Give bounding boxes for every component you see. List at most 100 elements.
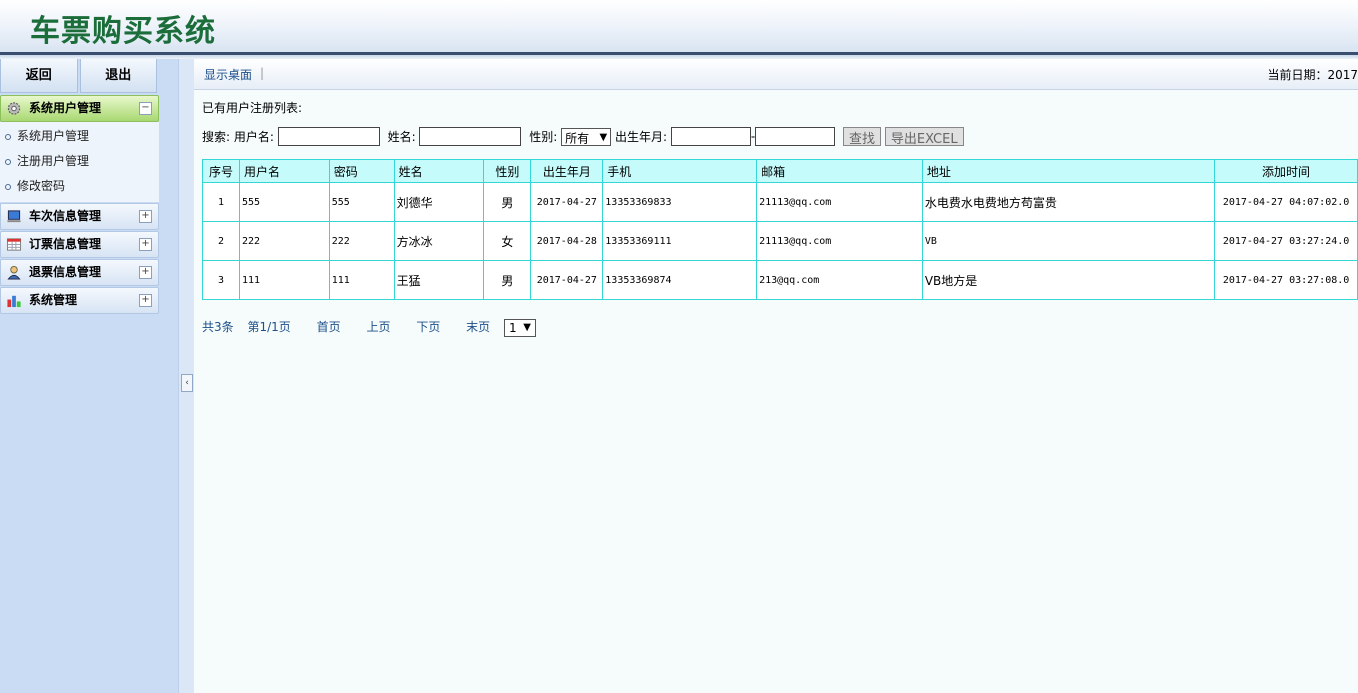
cell-index: 2 [202,221,240,261]
pager-first-link[interactable]: 首页 [317,320,341,334]
main-content: 显示桌面 | 当前日期：2017 已有用户注册列表: 搜索: 用户名: 姓名: … [194,59,1358,693]
expand-icon[interactable]: + [139,210,152,223]
cell-password: 111 [328,260,395,300]
username-label: 用户名: [233,130,274,144]
pager-total: 共3条 [202,320,234,334]
expand-icon[interactable]: + [139,238,152,251]
sidebar-top-buttons: 返回 退出 [0,59,159,94]
app-header: 车票购买系统 [0,0,1358,55]
current-date: 当前日期：2017 [1267,68,1358,82]
cell-birth: 2017-04-28 [530,221,604,261]
column-header-added-time: 添加时间 [1214,159,1358,183]
export-excel-button[interactable]: 导出EXCEL [884,127,964,147]
cell-address: 水电费水电费地方苟富贵 [921,182,1216,222]
pager-next-link[interactable]: 下页 [416,320,440,334]
app-title: 车票购买系统 [30,14,216,49]
cell-phone: 13353369833 [602,182,758,222]
find-button[interactable]: 查找 [843,127,882,147]
column-header-index: 序号 [202,159,240,183]
search-label: 搜索: [202,130,231,144]
calendar-icon [6,238,22,251]
submenu-item-label: 修改密码 [17,179,66,193]
back-button[interactable]: 返回 [0,59,78,93]
menu-group-system-management[interactable]: 系统管理 + [0,287,159,314]
cell-phone: 13353369111 [602,221,758,261]
menu-group-system-users[interactable]: 系统用户管理 − [0,95,159,122]
collapse-icon[interactable]: − [139,102,152,115]
logout-button[interactable]: 退出 [79,59,157,93]
cell-address: VB [921,221,1216,261]
cell-address: VB地方是 [921,260,1216,300]
submenu-item-registered-users[interactable]: 注册用户管理 [0,149,159,174]
collapse-sidebar-icon[interactable]: ‹ [181,374,193,392]
bullet-icon [5,134,11,140]
submenu-item-system-users[interactable]: 系统用户管理 [0,124,159,149]
cell-email: 21113@qq.com [756,221,923,261]
cell-password: 555 [328,182,395,222]
table-row: 2 222 222 方冰冰 女 2017-04-28 13353369111 2… [202,221,1358,261]
cell-username: 111 [238,260,330,300]
cell-email: 213@qq.com [756,260,923,300]
expand-icon[interactable]: + [139,266,152,279]
sidebar: 返回 退出 系统用户管理 − 系统用户管理 注册用户管理 修改密码 车次信息管理… [0,59,178,693]
pagination: 共3条 第1/1页 首页 上页 下页 末页 1 ▼ [202,318,536,337]
cell-birth: 2017-04-27 [530,182,604,222]
list-title: 已有用户注册列表: [202,101,303,115]
cell-index: 1 [202,182,240,222]
show-desktop-link[interactable]: 显示桌面 [204,66,252,83]
dropdown-arrow-icon: ▼ [523,321,531,333]
cell-username: 222 [238,221,330,261]
submenu-system-users: 系统用户管理 注册用户管理 修改密码 [0,122,159,202]
submenu-item-change-password[interactable]: 修改密码 [0,174,159,199]
bullet-icon [5,184,11,190]
column-header-address: 地址 [921,159,1216,183]
pager-prev-link[interactable]: 上页 [366,320,390,334]
column-header-birth: 出生年月 [530,159,604,183]
dropdown-arrow-icon: ▼ [599,131,608,143]
gender-selected-value: 所有 [565,131,590,145]
menu-group-label: 退票信息管理 [29,265,102,279]
menu-group-label: 系统管理 [29,293,78,307]
name-label: 姓名: [387,130,416,144]
menu-group-train-info[interactable]: 车次信息管理 + [0,203,159,230]
birth-to-input[interactable] [755,127,836,146]
page-selected-value: 1 [509,320,517,335]
top-toolbar: 显示桌面 | 当前日期：2017 [194,59,1358,90]
cell-birth: 2017-04-27 [530,260,604,300]
column-header-phone: 手机 [602,159,758,183]
birth-label: 出生年月: [614,130,668,144]
pager-last-link[interactable]: 末页 [466,320,490,334]
expand-icon[interactable]: + [139,294,152,307]
cell-phone: 13353369874 [602,260,758,300]
cell-gender: 男 [483,182,532,222]
column-header-name: 姓名 [393,159,485,183]
cell-name: 方冰冰 [393,221,485,261]
page-select[interactable]: 1 ▼ [504,318,536,337]
monitor-icon [7,210,21,223]
search-bar: 搜索: 用户名: 姓名: 性别: 所有 ▼ 出生年月: - 查找 导出EXCEL [202,127,964,149]
table-row: 3 111 111 王猛 男 2017-04-27 13353369874 21… [202,260,1358,300]
name-input[interactable] [419,127,522,146]
cell-name: 刘德华 [393,182,485,222]
cell-name: 王猛 [393,260,485,300]
column-header-gender: 性别 [483,159,532,183]
submenu-item-label: 系统用户管理 [17,129,90,143]
gender-select[interactable]: 所有 ▼ [561,127,612,146]
cell-gender: 男 [483,260,532,300]
sidebar-splitter: ‹ [178,59,195,693]
cell-index: 3 [202,260,240,300]
menu-group-refund-info[interactable]: 退票信息管理 + [0,259,159,286]
menu-group-booking-info[interactable]: 订票信息管理 + [0,231,159,258]
cell-added-time: 2017-04-27 03:27:08.0 [1214,260,1358,300]
column-header-email: 邮箱 [756,159,923,183]
cell-username: 555 [238,182,330,222]
table-header-row: 序号 用户名 密码 姓名 性别 出生年月 手机 邮箱 地址 添加时间 [202,159,1358,183]
username-input[interactable] [277,127,380,146]
column-header-username: 用户名 [238,159,330,183]
gear-icon [7,102,21,115]
users-table: 序号 用户名 密码 姓名 性别 出生年月 手机 邮箱 地址 添加时间 1 555… [202,159,1358,300]
toolbar-separator: | [260,66,265,80]
birth-from-input[interactable] [670,127,751,146]
cell-email: 21113@qq.com [756,182,923,222]
pager-page-info: 第1/1页 [247,320,291,334]
